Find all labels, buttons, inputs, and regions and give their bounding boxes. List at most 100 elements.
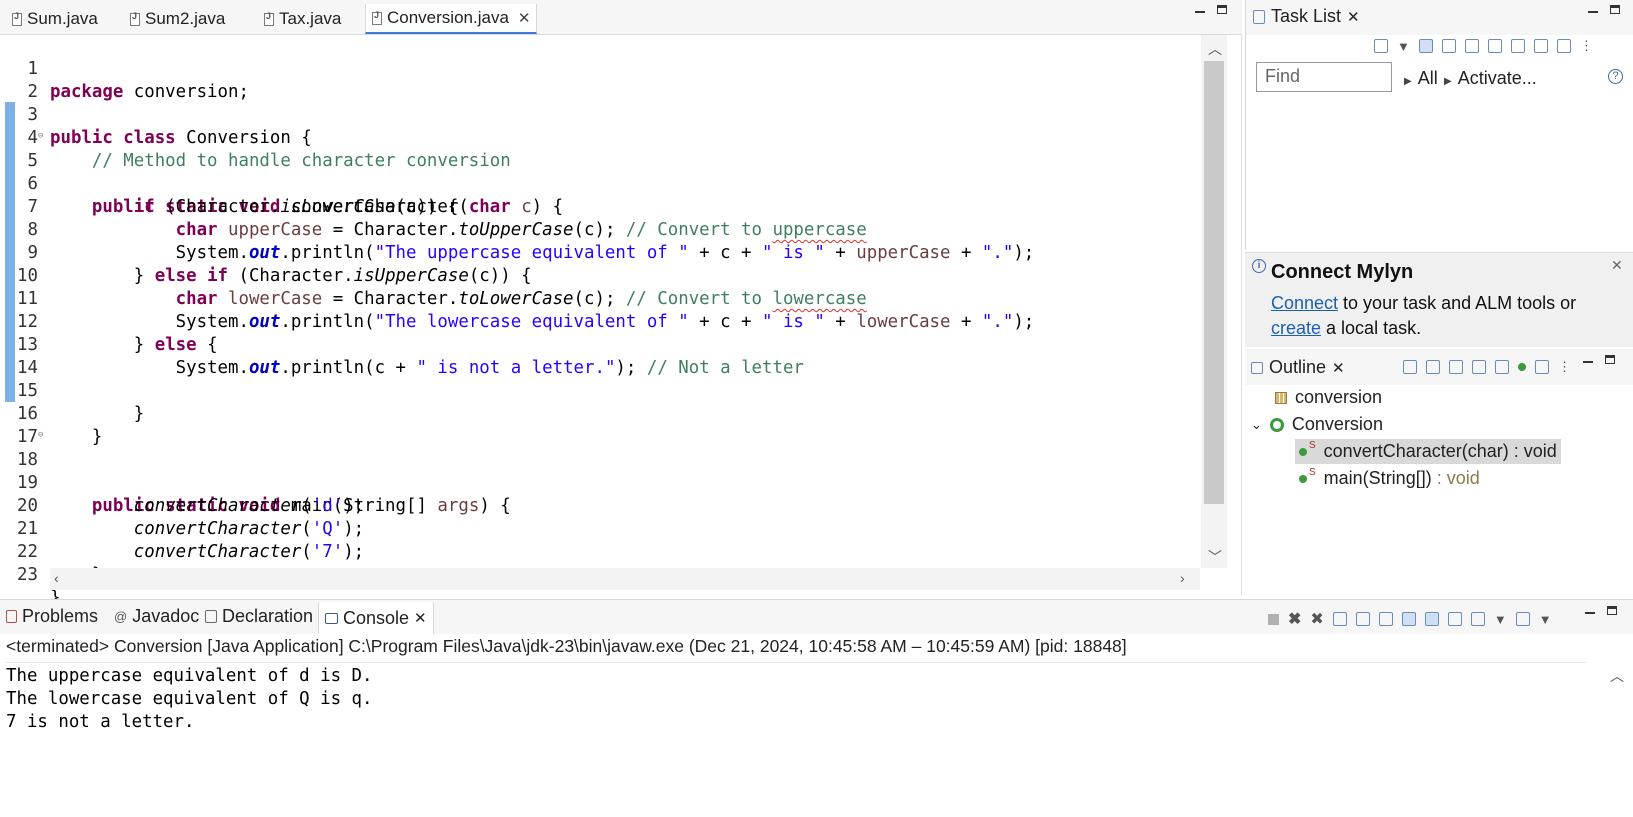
fold-icon[interactable]: ⊖	[38, 125, 43, 148]
editor-pane: Sum.java Sum2.java Tax.java Conversion.j…	[0, 0, 1242, 608]
scroll-lock-icon[interactable]	[1355, 612, 1370, 626]
minimize-icon[interactable]	[1583, 361, 1593, 363]
task-list-view: Task List ✕ ▼ ⋮ Find ▶ All ▶ Activate... ?	[1245, 0, 1633, 250]
create-link[interactable]: create	[1271, 318, 1321, 338]
fold-icon[interactable]: ⊖	[38, 424, 43, 447]
filter-all[interactable]: ▶ All	[1404, 68, 1438, 89]
minimize-icon[interactable]	[1588, 11, 1598, 13]
minimize-icon[interactable]	[1195, 11, 1205, 13]
collapse-all-icon[interactable]	[1426, 360, 1440, 374]
tab-tax-java[interactable]: Tax.java	[258, 4, 347, 34]
console-status: <terminated> Conversion [Java Applicatio…	[6, 636, 1127, 656]
maximize-icon[interactable]	[1610, 5, 1620, 14]
filter-all-label: All	[1417, 68, 1438, 88]
hide-fields-icon[interactable]	[1472, 360, 1486, 374]
scroll-right-icon[interactable]: ›	[1180, 570, 1185, 586]
public-method-icon	[1299, 474, 1307, 483]
scroll-left-icon[interactable]: ‹	[54, 570, 59, 586]
code-line: 16 }	[0, 380, 1200, 447]
link-icon[interactable]	[1556, 39, 1571, 53]
dropdown-icon[interactable]: ▼	[1494, 612, 1507, 627]
close-icon[interactable]: ✕	[414, 609, 427, 627]
problems-icon	[6, 610, 17, 623]
javadoc-icon: @	[114, 609, 128, 624]
focus-icon[interactable]	[1510, 39, 1525, 53]
focus-icon[interactable]	[1403, 360, 1417, 374]
tab-console[interactable]: Console ✕	[318, 602, 434, 634]
mylyn-text: a local task.	[1321, 318, 1422, 338]
view-menu-icon[interactable]: ⋮	[1558, 359, 1571, 375]
show-on-stderr-icon[interactable]	[1424, 612, 1439, 626]
code-line: 17	[0, 403, 1200, 447]
scroll-up-icon[interactable]: ︿	[1610, 666, 1624, 686]
java-file-icon	[130, 11, 140, 26]
categorized-icon[interactable]	[1418, 39, 1433, 53]
scroll-down-icon[interactable]: ﹀	[1208, 547, 1222, 567]
code-line: 21 convertCharacter('7');	[0, 495, 1200, 562]
outline-class-label: Conversion	[1291, 414, 1383, 434]
remove-all-icon[interactable]: ✖	[1310, 609, 1323, 629]
editor-horizontal-scrollbar[interactable]: ‹ ›	[50, 568, 1200, 590]
clear-console-icon[interactable]	[1332, 612, 1347, 626]
word-wrap-icon[interactable]	[1378, 612, 1393, 626]
hide-nonpublic-icon[interactable]	[1518, 363, 1526, 371]
minimize-icon[interactable]	[1585, 612, 1595, 614]
close-icon[interactable]: ✕	[1332, 359, 1345, 377]
connect-link[interactable]: Connect	[1271, 293, 1338, 313]
view-menu-icon[interactable]: ⋮	[1580, 38, 1593, 54]
tab-problems[interactable]: Problems	[6, 606, 98, 627]
scroll-up-icon[interactable]: ︿	[1208, 39, 1222, 59]
console-output[interactable]: The uppercase equivalent of d is D. The …	[6, 662, 1586, 812]
tab-sum2-java[interactable]: Sum2.java	[124, 4, 231, 34]
dropdown-icon[interactable]: ▼	[1539, 612, 1552, 627]
outline-toolbar: ⋮	[1403, 359, 1571, 375]
scheduled-icon[interactable]	[1441, 39, 1456, 53]
find-input[interactable]: Find	[1256, 62, 1392, 92]
outline-class[interactable]: ⌄ Conversion	[1251, 414, 1383, 435]
outline-package[interactable]: conversion	[1275, 387, 1382, 408]
pin-console-icon[interactable]	[1447, 612, 1462, 626]
sort-icon[interactable]	[1449, 360, 1463, 374]
outline-header: Outline ✕ ⋮	[1245, 349, 1633, 385]
close-icon[interactable]: ✕	[518, 9, 531, 27]
terminate-icon[interactable]	[1268, 613, 1279, 625]
editor-vertical-scrollbar[interactable]: ︿ ﹀	[1201, 35, 1227, 568]
outline-method-main[interactable]: S main(String[]) : void	[1299, 467, 1480, 489]
code-line: 18 ⊖ public static void main(String[] ar…	[0, 424, 1200, 516]
tab-conversion-java[interactable]: Conversion.java ✕	[365, 4, 538, 34]
code-line: 7 char upperCase = Character.toUpperCase…	[0, 173, 1200, 240]
collapse-all-icon[interactable]	[1533, 39, 1548, 53]
outline-method-convert-character[interactable]: S convertCharacter(char) : void	[1295, 439, 1561, 464]
new-task-icon[interactable]	[1374, 39, 1388, 53]
dropdown-icon[interactable]: ▼	[1397, 39, 1410, 54]
hide-local-types-icon[interactable]	[1535, 360, 1549, 374]
class-icon	[1269, 417, 1284, 432]
chevron-down-icon[interactable]: ⌄	[1251, 417, 1262, 433]
display-console-icon[interactable]	[1470, 612, 1485, 626]
code-line: 6 if (Character.isLowerCase(c)) {	[0, 150, 1200, 217]
close-icon[interactable]: ✕	[1347, 8, 1360, 26]
static-marker: S	[1309, 467, 1316, 478]
tab-task-list[interactable]: Task List ✕	[1253, 6, 1360, 27]
close-icon[interactable]: ✕	[1611, 257, 1623, 274]
task-list-title: Task List	[1271, 6, 1342, 26]
maximize-icon[interactable]	[1217, 5, 1227, 14]
tab-outline[interactable]: Outline ✕	[1251, 357, 1345, 378]
tab-declaration[interactable]: Declaration	[205, 606, 313, 627]
maximize-icon[interactable]	[1607, 606, 1617, 615]
tab-javadoc[interactable]: @ Javadoc	[114, 606, 199, 627]
code-editor[interactable]: 1 package conversion; 2 3 public class C…	[0, 35, 1200, 608]
code-line: 14	[0, 334, 1200, 378]
help-icon[interactable]: ?	[1608, 69, 1623, 84]
filter-activate[interactable]: ▶ Activate...	[1444, 68, 1537, 89]
outline-title: Outline	[1269, 357, 1327, 377]
maximize-icon[interactable]	[1605, 355, 1615, 364]
scrollbar-thumb[interactable]	[1204, 61, 1224, 504]
synchronize-icon[interactable]	[1464, 39, 1479, 53]
hide-static-icon[interactable]	[1495, 360, 1509, 374]
open-console-icon[interactable]	[1515, 612, 1530, 626]
tab-sum-java[interactable]: Sum.java	[6, 4, 104, 34]
remove-launch-icon[interactable]: ✖	[1288, 609, 1301, 629]
hide-completed-icon[interactable]	[1487, 39, 1502, 53]
show-on-stdout-icon[interactable]	[1401, 612, 1416, 626]
